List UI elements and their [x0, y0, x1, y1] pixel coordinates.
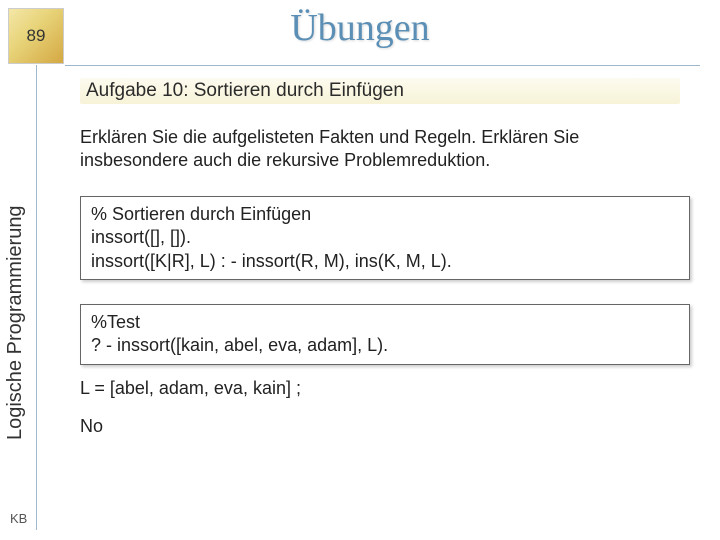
footer-label: KB — [10, 511, 27, 526]
sidebar-label: Logische Programmierung — [4, 205, 27, 440]
code-line: ? - inssort([kain, abel, eva, adam], L). — [91, 334, 679, 357]
codebox-definition: % Sortieren durch Einfügen inssort([], [… — [80, 196, 690, 280]
instruction-text: Erklären Sie die aufgelisteten Fakten un… — [80, 126, 690, 171]
task-subtitle: Aufgabe 10: Sortieren durch Einfügen — [80, 78, 680, 104]
result-line: L = [abel, adam, eva, kain] ; — [80, 378, 301, 399]
code-line: % Sortieren durch Einfügen — [91, 203, 679, 226]
divider-vertical — [36, 65, 37, 530]
divider-horizontal — [65, 65, 700, 66]
code-line: %Test — [91, 311, 679, 334]
result-line: No — [80, 416, 103, 437]
slide-title: Übungen — [0, 6, 720, 50]
code-line: inssort([], []). — [91, 226, 679, 249]
codebox-test: %Test ? - inssort([kain, abel, eva, adam… — [80, 304, 690, 365]
code-line: inssort([K|R], L) : - inssort(R, M), ins… — [91, 250, 679, 273]
